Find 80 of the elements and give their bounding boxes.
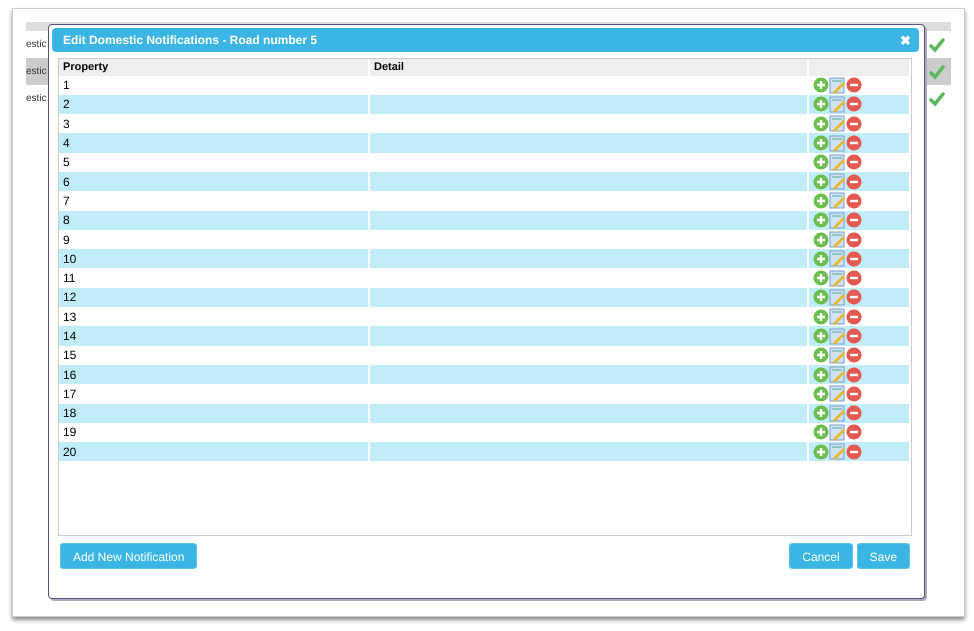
edit-icon[interactable] bbox=[829, 154, 846, 171]
table-cell: 12 bbox=[59, 288, 369, 308]
edit-icon[interactable] bbox=[829, 270, 846, 287]
edit-icon[interactable] bbox=[829, 308, 846, 326]
table-cell: 2 bbox=[59, 94, 369, 114]
remove-icon[interactable] bbox=[846, 232, 862, 248]
remove-icon[interactable] bbox=[846, 212, 862, 228]
remove-icon[interactable] bbox=[846, 270, 862, 286]
table-cell: 6 bbox=[59, 172, 369, 192]
remove-icon[interactable] bbox=[846, 366, 862, 383]
add-icon[interactable] bbox=[813, 192, 829, 209]
cancel-button[interactable]: Cancel bbox=[789, 543, 853, 569]
row-text: estic bbox=[26, 38, 47, 52]
dialog-title: Edit Domestic Notifications - Road number 5 bbox=[63, 32, 318, 49]
edit-icon[interactable] bbox=[829, 231, 846, 248]
add-icon[interactable] bbox=[813, 328, 829, 344]
remove-icon[interactable] bbox=[846, 386, 862, 402]
edit-icon[interactable] bbox=[829, 76, 846, 94]
remove-icon[interactable] bbox=[846, 77, 862, 94]
add-icon[interactable] bbox=[813, 232, 829, 248]
add-icon[interactable] bbox=[813, 154, 829, 170]
edit-icon[interactable] bbox=[829, 443, 846, 460]
add-icon[interactable] bbox=[813, 116, 829, 132]
column-header: Property bbox=[59, 59, 369, 76]
edit-icon[interactable] bbox=[829, 115, 846, 132]
add-icon[interactable] bbox=[813, 289, 829, 306]
add-icon[interactable] bbox=[813, 77, 829, 94]
edit-icon[interactable] bbox=[829, 404, 846, 422]
add-icon[interactable] bbox=[813, 174, 829, 190]
edit-icon[interactable] bbox=[829, 288, 846, 306]
column-header: Detail bbox=[369, 59, 808, 76]
edit-icon[interactable] bbox=[829, 134, 846, 152]
edit-icon[interactable] bbox=[829, 424, 846, 441]
table-cell: 18 bbox=[59, 404, 369, 423]
remove-icon[interactable] bbox=[846, 135, 862, 152]
add-icon[interactable] bbox=[813, 96, 829, 112]
add-icon[interactable] bbox=[813, 444, 829, 460]
edit-icon[interactable] bbox=[829, 173, 846, 190]
remove-icon[interactable] bbox=[846, 328, 862, 344]
add-icon[interactable] bbox=[813, 270, 829, 286]
remove-icon[interactable] bbox=[846, 250, 862, 267]
add-icon[interactable] bbox=[813, 212, 829, 228]
table-cell: 14 bbox=[59, 326, 369, 346]
edit-icon[interactable] bbox=[829, 346, 846, 364]
save-button[interactable]: Save bbox=[856, 543, 910, 569]
edit-icon[interactable] bbox=[829, 328, 846, 344]
remove-icon[interactable] bbox=[846, 444, 862, 460]
edit-icon[interactable] bbox=[829, 96, 846, 113]
remove-icon[interactable] bbox=[846, 424, 862, 440]
row-text: estic bbox=[26, 92, 47, 106]
add-icon[interactable] bbox=[813, 250, 829, 267]
add-icon[interactable] bbox=[813, 308, 829, 325]
remove-icon[interactable] bbox=[846, 154, 862, 170]
remove-icon[interactable] bbox=[846, 174, 862, 190]
edit-icon[interactable] bbox=[829, 385, 846, 402]
table-cell: 8 bbox=[59, 210, 369, 230]
edit-icon[interactable] bbox=[829, 250, 846, 268]
add-icon[interactable] bbox=[813, 386, 829, 402]
remove-icon[interactable] bbox=[846, 116, 862, 132]
add-icon[interactable] bbox=[813, 405, 829, 422]
remove-icon[interactable] bbox=[846, 308, 862, 325]
table-cell: 20 bbox=[59, 442, 369, 462]
table-cell: 10 bbox=[59, 249, 369, 268]
remove-icon[interactable] bbox=[846, 289, 862, 306]
remove-icon[interactable] bbox=[846, 96, 862, 112]
close-button[interactable]: ✖ bbox=[900, 34, 911, 46]
row-text: estic bbox=[26, 65, 47, 79]
table-cell: 4 bbox=[59, 133, 369, 153]
remove-icon[interactable] bbox=[846, 347, 862, 364]
edit-icon[interactable] bbox=[829, 192, 846, 210]
add-notification-button[interactable]: Add New Notification bbox=[60, 543, 198, 569]
add-icon[interactable] bbox=[813, 135, 829, 152]
remove-icon[interactable] bbox=[846, 405, 862, 422]
edit-icon[interactable] bbox=[829, 212, 846, 229]
edit-icon[interactable] bbox=[829, 366, 846, 384]
remove-icon[interactable] bbox=[846, 192, 862, 209]
table-cell: 16 bbox=[59, 364, 369, 384]
add-icon[interactable] bbox=[813, 424, 829, 440]
add-icon[interactable] bbox=[813, 347, 829, 364]
add-icon[interactable] bbox=[813, 366, 829, 383]
